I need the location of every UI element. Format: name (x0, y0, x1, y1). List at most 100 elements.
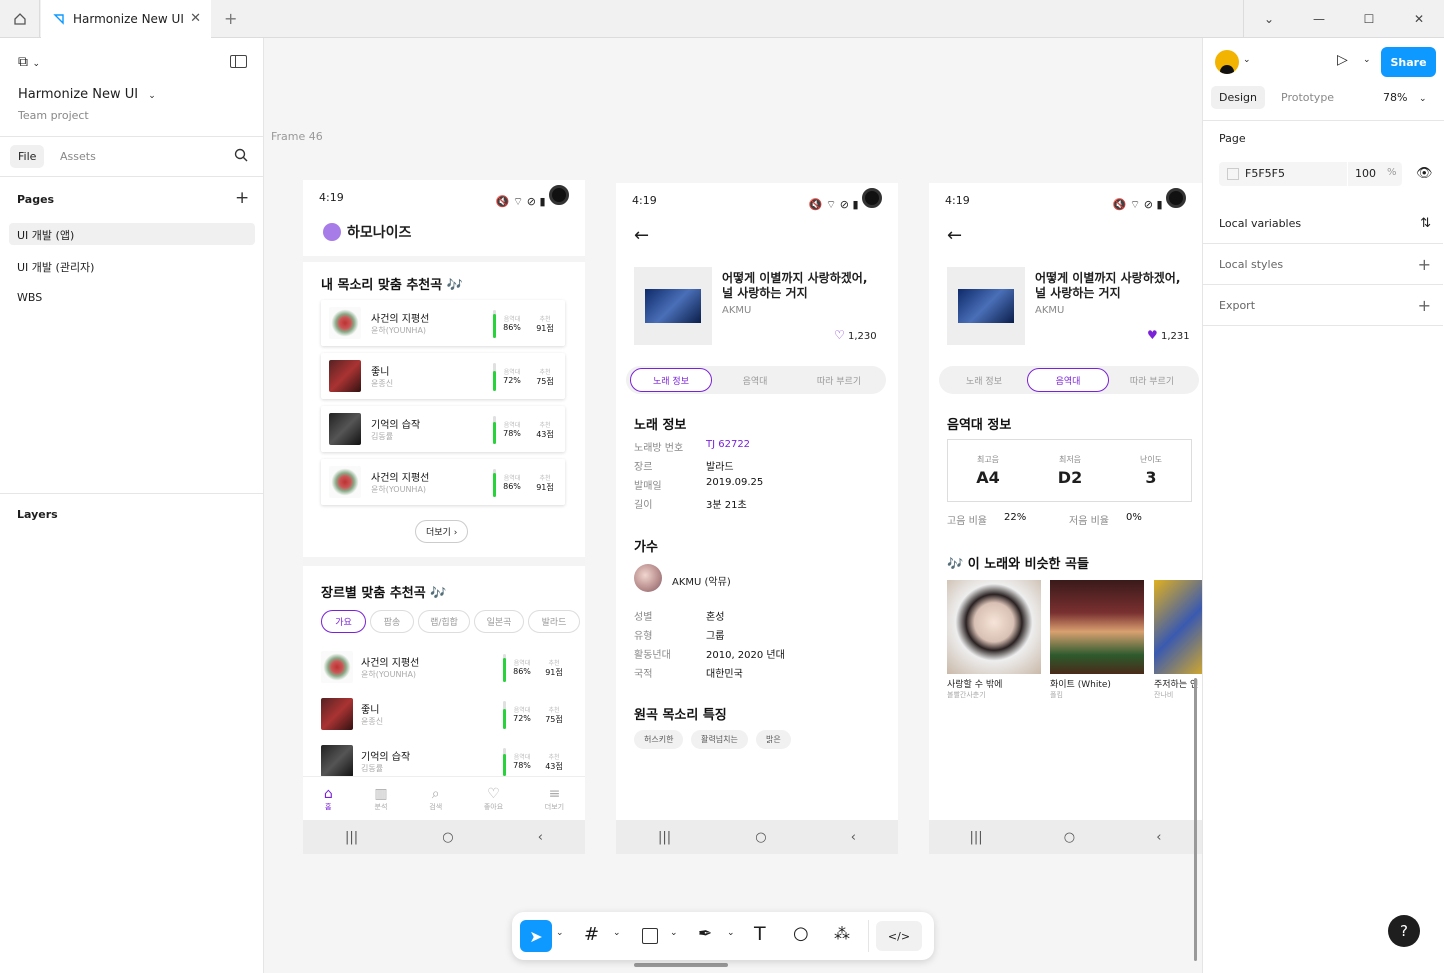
eye-icon[interactable]: 👁 (1416, 166, 1433, 181)
move-tool-button[interactable]: ➤ (520, 920, 552, 952)
page-item-wbs[interactable]: WBS (17, 291, 42, 304)
frame-label[interactable]: Frame 46 (271, 130, 323, 143)
nav-more[interactable]: ≡ 더보기 (545, 786, 564, 812)
genre-chip[interactable]: 가요 (321, 610, 366, 633)
chevron-down-icon[interactable]: ⌄ (1363, 55, 1371, 65)
tab-range[interactable]: 음역대 (1027, 368, 1109, 392)
genre-song-row[interactable]: 좋니 윤종신 음역대 72% 추천 75점 (303, 691, 585, 737)
zoom-level[interactable]: 78% ⌄ (1383, 91, 1427, 104)
tab-song-info[interactable]: 노래 정보 (943, 368, 1025, 392)
chevron-down-icon[interactable]: ⌄ (613, 928, 621, 938)
add-page-icon[interactable]: + (235, 188, 249, 208)
variables-settings-icon[interactable]: ⇅ (1420, 216, 1431, 231)
nav-likes[interactable]: ♡ 좋아요 (484, 786, 503, 812)
frame-tool-button[interactable]: # (584, 924, 599, 945)
tab-assets[interactable]: Assets (60, 150, 96, 163)
page-color-value[interactable]: F5F5F5 (1245, 167, 1285, 180)
chevron-down-icon[interactable]: ⌄ (727, 928, 735, 938)
share-button[interactable]: Share (1381, 47, 1436, 77)
tab-prototype[interactable]: Prototype (1281, 91, 1334, 104)
similar-song-card[interactable]: 화이트 (White) 폴킴 (1050, 580, 1145, 706)
phone-range-info[interactable]: 4:19 🔇 ⌔ ⊘ ▮ ← 어떻게 이별까지 사랑하겠어, 널 사랑하는 거지 … (929, 183, 1202, 854)
local-variables-row[interactable]: Local variables ⇅ (1203, 203, 1443, 244)
rec-card[interactable]: 사건의 지평선 윤하(YOUNHA) 음역대 86% 추천 91점 (321, 300, 565, 346)
tab-sing-along[interactable]: 따라 부르기 (798, 368, 880, 392)
color-swatch[interactable] (1227, 168, 1239, 180)
home-circle-icon[interactable]: ○ (1064, 830, 1075, 845)
export-row[interactable]: Export + (1203, 285, 1443, 326)
nav-search[interactable]: ⌕ 검색 (429, 786, 442, 812)
tab-song-info[interactable]: 노래 정보 (630, 368, 712, 392)
close-tab-icon[interactable]: ✕ (190, 11, 201, 26)
genre-chip[interactable]: 팝송 (370, 610, 414, 633)
nav-analysis[interactable]: ▥ 분석 (374, 786, 387, 812)
dev-mode-toggle[interactable]: </> (876, 921, 922, 951)
chevron-down-icon[interactable]: ⌄ (670, 928, 678, 938)
search-icon[interactable] (234, 148, 249, 166)
file-name[interactable]: Harmonize New UI ⌄ (18, 87, 156, 102)
back-icon[interactable]: ‹ (1156, 830, 1161, 845)
close-window-button[interactable]: ✕ (1394, 0, 1444, 38)
back-arrow-icon[interactable]: ← (634, 225, 649, 246)
range-label: 음역대 (513, 660, 531, 667)
home-button[interactable] (0, 0, 40, 38)
tabs-dropdown-button[interactable]: ⌄ (1244, 0, 1294, 38)
sidebar-toggle-icon[interactable] (230, 55, 247, 68)
add-style-icon[interactable]: + (1418, 255, 1431, 274)
chevron-down-icon[interactable]: ⌄ (1243, 55, 1251, 65)
range-value: 86% (503, 323, 521, 332)
rec-card[interactable]: 사건의 지평선 윤하(YOUNHA) 음역대 86% 추천 91점 (321, 459, 565, 505)
actions-tool-icon[interactable]: ⁂ (834, 924, 850, 943)
page-item-app[interactable]: UI 개발 (앱) (9, 223, 255, 245)
like-count[interactable]: ♥ 1,231 (1147, 328, 1190, 342)
add-export-icon[interactable]: + (1418, 296, 1431, 315)
genre-chip[interactable]: 일본곡 (474, 610, 524, 633)
recents-icon[interactable]: ||| (658, 830, 671, 845)
tab-range[interactable]: 음역대 (714, 368, 796, 392)
similar-title: 🎶 이 노래와 비슷한 곡들 (947, 557, 1089, 572)
maximize-button[interactable]: ☐ (1344, 0, 1394, 38)
page-color-field[interactable]: F5F5F5 100 % (1219, 162, 1402, 186)
nav-home[interactable]: ⌂ 홈 (324, 786, 333, 812)
recents-icon[interactable]: ||| (345, 830, 358, 845)
similar-song-card[interactable]: 사랑할 수 밖에 볼빨간사춘기 (947, 580, 1042, 706)
back-icon[interactable]: ‹ (538, 830, 543, 845)
like-count[interactable]: ♡ 1,230 (834, 328, 877, 342)
back-icon[interactable]: ‹ (851, 830, 856, 845)
text-tool-icon[interactable]: T (754, 923, 766, 945)
recents-icon[interactable]: ||| (970, 830, 983, 845)
page-item-admin[interactable]: UI 개발 (관리자) (17, 259, 94, 275)
phone-song-info[interactable]: 4:19 🔇 ⌔ ⊘ ▮ ← 어떻게 이별까지 사랑하겠어, 널 사랑하는 거지 … (616, 183, 898, 854)
home-circle-icon[interactable]: ○ (755, 830, 766, 845)
pen-tool-icon[interactable]: ✒ (698, 924, 712, 944)
comment-tool-icon[interactable]: ○ (793, 923, 809, 944)
canvas[interactable]: Frame 46 4:19 🔇 ⌔ ⊘ ▮ 하모나이즈 내 목소리 맞춤 추천곡… (264, 38, 1202, 973)
home-circle-icon[interactable]: ○ (442, 830, 453, 845)
tab-file[interactable]: File (10, 145, 45, 168)
back-arrow-icon[interactable]: ← (947, 225, 962, 246)
rec-card[interactable]: 좋니 윤종신 음역대 72% 추천 75점 (321, 353, 565, 399)
genre-chip[interactable]: 랩/힙합 (418, 610, 470, 633)
horizontal-scrollbar[interactable] (634, 963, 728, 967)
genre-chip[interactable]: 발라드 (528, 610, 580, 633)
avatar[interactable] (1215, 50, 1239, 74)
status-bar: 4:19 🔇 ⌔ ⊘ ▮ (303, 180, 585, 214)
tab-design[interactable]: Design (1211, 86, 1265, 109)
genre-song-row[interactable]: 기억의 습작 김동률 음역대 78% 추천 43점 (303, 738, 585, 776)
rec-card[interactable]: 기억의 습작 김동률 음역대 78% 추천 43점 (321, 406, 565, 452)
chevron-down-icon[interactable]: ⌄ (556, 928, 564, 938)
phone-home[interactable]: 4:19 🔇 ⌔ ⊘ ▮ 하모나이즈 내 목소리 맞춤 추천곡 🎶 사건의 지평… (303, 180, 585, 854)
main-menu-button[interactable]: ⧉ ⌄ (18, 54, 40, 70)
rectangle-tool-icon[interactable] (642, 928, 658, 944)
vertical-scrollbar[interactable] (1194, 678, 1197, 961)
page-opacity-value[interactable]: 100 (1355, 167, 1376, 180)
minimize-button[interactable]: — (1294, 0, 1344, 38)
local-styles-row[interactable]: Local styles + (1203, 244, 1443, 285)
present-play-icon[interactable]: ▷ (1337, 52, 1348, 68)
more-button[interactable]: 더보기 › (415, 520, 469, 543)
genre-song-row[interactable]: 사건의 지평선 윤하(YOUNHA) 음역대 86% 추천 91점 (303, 644, 585, 690)
new-tab-button[interactable]: + (224, 9, 237, 28)
file-tab[interactable]: Harmonize New UI ✕ (41, 0, 211, 38)
help-button[interactable]: ? (1388, 915, 1420, 947)
tab-sing-along[interactable]: 따라 부르기 (1111, 368, 1193, 392)
